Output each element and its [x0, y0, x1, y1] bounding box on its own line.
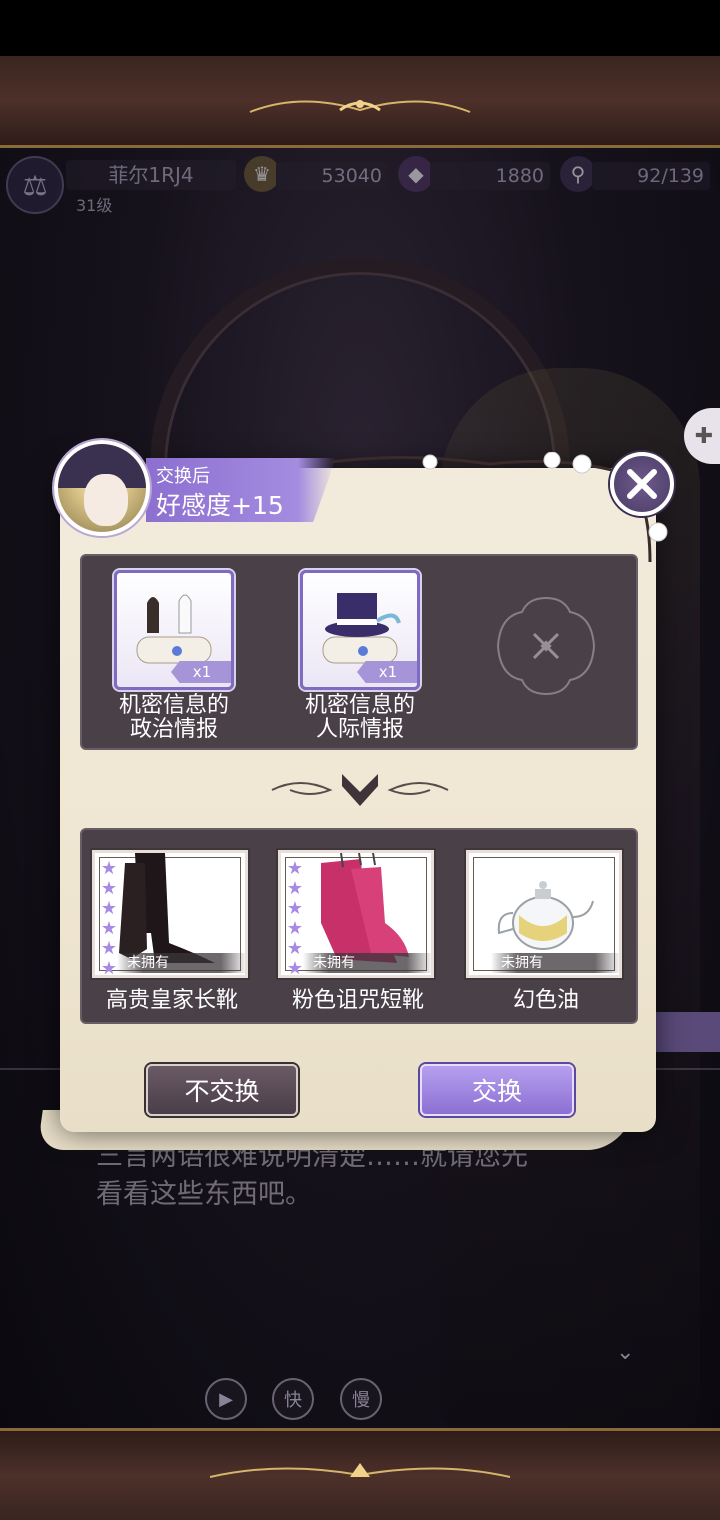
- give-item-name-line1: 机密信息的: [304, 693, 415, 718]
- affinity-label: 交换后: [156, 466, 210, 487]
- give-item-name-line2: 人际情报: [315, 717, 404, 742]
- player-avatar[interactable]: ⚖: [6, 156, 64, 214]
- ownership-status: 未拥有: [117, 953, 245, 973]
- ownership-status: 未拥有: [303, 953, 431, 973]
- decline-button[interactable]: 不交换: [146, 1064, 298, 1116]
- reward-item-card[interactable]: 未拥有: [466, 850, 622, 978]
- top-ornate-frame: [0, 56, 720, 148]
- dialog-line-2: 看看这些东西吧。: [96, 1179, 312, 1210]
- reward-item-name: 高贵皇家长靴: [105, 988, 238, 1013]
- scale-icon: ⚖: [22, 168, 48, 202]
- auto-play-button[interactable]: ▶: [205, 1378, 247, 1420]
- reward-item-card[interactable]: ★ ★ ★ ★ ★ ★ 未拥有: [92, 850, 248, 978]
- give-item-card[interactable]: x1: [300, 570, 420, 690]
- reward-item-name: 粉色诅咒短靴: [291, 988, 424, 1013]
- exchange-button[interactable]: 交换: [420, 1064, 574, 1116]
- stamina-heel-icon: ⚲: [560, 156, 596, 192]
- fast-forward-button[interactable]: 快: [272, 1378, 314, 1420]
- gold-count[interactable]: 53040: [276, 162, 388, 190]
- reward-item-card[interactable]: ★ ★ ★ ★ ★ ★ 未拥有: [278, 850, 434, 978]
- give-item-card[interactable]: x1: [114, 570, 234, 690]
- affinity-value: 好感度+15: [156, 491, 284, 520]
- player-name: 菲尔1RJ4: [66, 160, 236, 190]
- item-quantity: x1: [171, 661, 231, 683]
- item-quantity: x1: [357, 661, 417, 683]
- top-flourish-icon: [249, 100, 471, 113]
- player-level: 31级: [76, 196, 113, 215]
- slow-button[interactable]: 慢: [340, 1378, 382, 1420]
- reward-item-name: 幻色油: [512, 988, 579, 1013]
- give-item-name-line1: 机密信息的: [118, 693, 229, 718]
- player-hud: ⚖ 菲尔1RJ4 31级 ♛ 53040 ◆ 1880 ⚲ 92/139: [0, 150, 720, 220]
- gem-icon: ◆: [398, 156, 434, 192]
- give-item-name: 机密信息的 政治情报: [84, 694, 264, 742]
- gold-coin-icon: ♛: [244, 156, 280, 192]
- chevron-down-icon[interactable]: ⌄: [616, 1340, 634, 1365]
- exchange-arrow-divider: [271, 774, 449, 806]
- close-icon: [627, 469, 657, 499]
- stamina-count[interactable]: 92/139: [592, 162, 710, 190]
- puzzle-icon: ✚: [694, 423, 714, 449]
- rarity-stars: ★ ★ ★ ★ ★ ★: [100, 858, 118, 978]
- character-avatar: [54, 440, 150, 536]
- empty-slot-icon: [496, 596, 596, 696]
- give-item-name-line2: 政治情报: [129, 717, 218, 742]
- ownership-status: 未拥有: [491, 953, 619, 973]
- gem-count[interactable]: 1880: [430, 162, 550, 190]
- side-tab[interactable]: [650, 1012, 720, 1052]
- rarity-stars: ★ ★ ★ ★ ★ ★: [286, 858, 304, 978]
- bottom-ornate-frame: [0, 1428, 720, 1520]
- bottom-flourish-icon: [209, 1463, 511, 1478]
- close-button[interactable]: [610, 452, 674, 516]
- status-bar: [0, 0, 720, 56]
- give-item-name: 机密信息的 人际情报: [270, 694, 450, 742]
